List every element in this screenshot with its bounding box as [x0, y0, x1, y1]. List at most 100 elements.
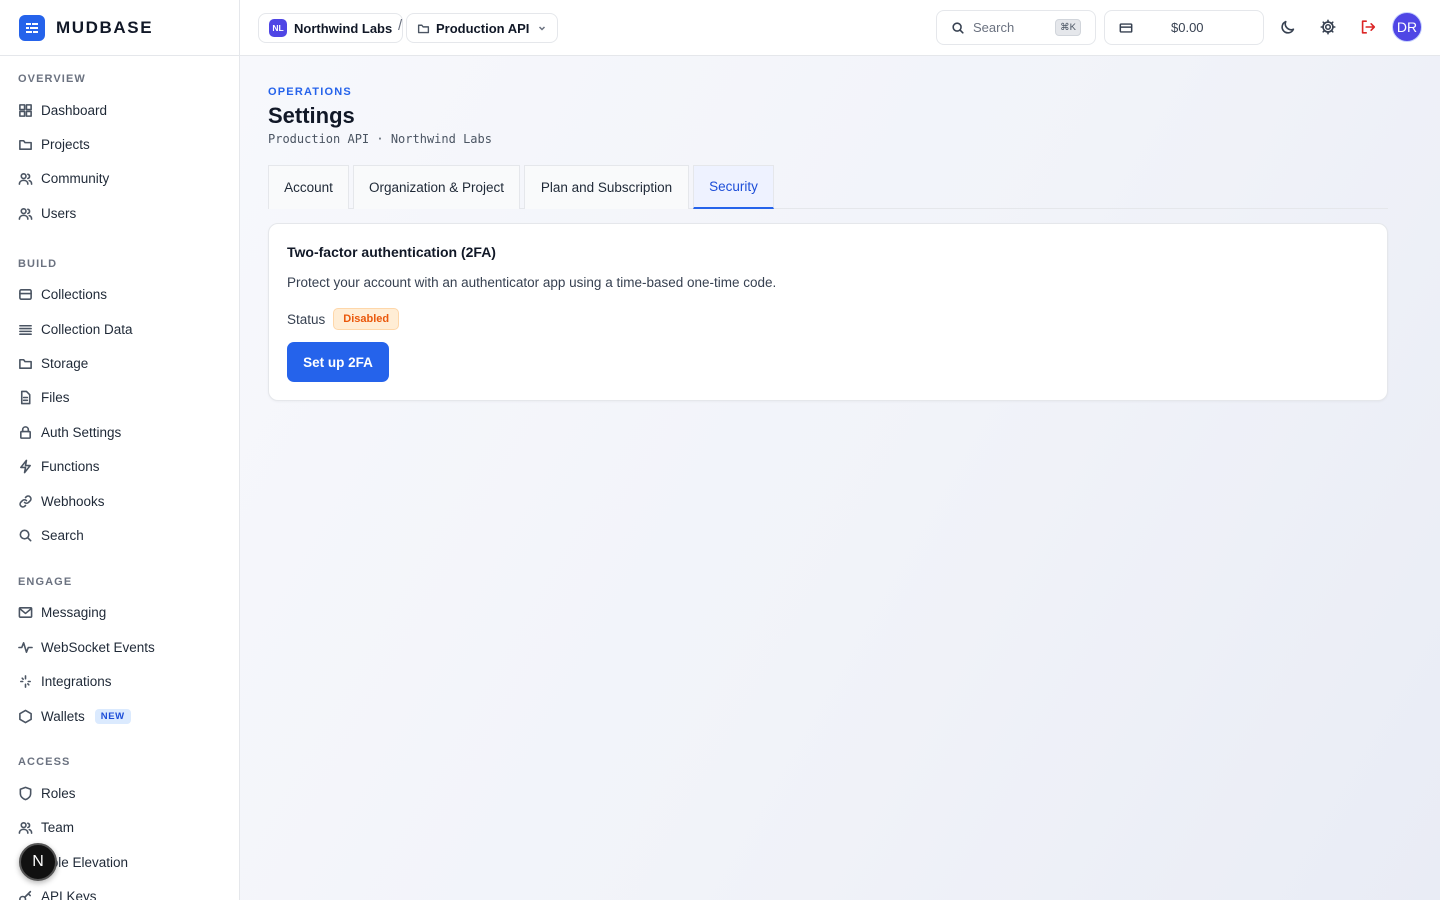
floating-action-button[interactable]: N	[19, 843, 57, 881]
sidebar-item-projects[interactable]: Projects	[0, 127, 239, 161]
key-icon	[18, 889, 33, 900]
sidebar-item-label: Auth Settings	[41, 424, 122, 440]
list-icon	[18, 322, 33, 337]
sidebar-item-messaging[interactable]: Messaging	[0, 596, 239, 630]
sidebar-item-integrations[interactable]: Integrations	[0, 664, 239, 698]
two-factor-card: Two-factor authentication (2FA) Protect …	[268, 223, 1388, 401]
topbar: NL Northwind Labs / Production API Searc…	[240, 0, 1440, 56]
mail-icon	[18, 605, 33, 620]
sidebar-item-label: Functions	[41, 459, 100, 475]
sidebar-item-label: Integrations	[41, 674, 112, 690]
sparkle-icon	[18, 674, 33, 689]
sidebar-item-collection-data[interactable]: Collection Data	[0, 312, 239, 346]
sidebar-item-label: Dashboard	[41, 102, 108, 118]
sidebar-item-label: Collection Data	[41, 321, 133, 337]
logo-icon	[19, 14, 45, 41]
gear-icon[interactable]	[1318, 17, 1338, 37]
link-icon	[18, 494, 33, 509]
sidebar-item-label: Search	[41, 527, 84, 543]
file-icon	[18, 390, 33, 405]
sidebar-item-label: Team	[41, 820, 75, 836]
card-description: Protect your account with an authenticat…	[287, 275, 777, 290]
folder-icon	[18, 137, 33, 152]
search-shortcut: ⌘K	[1055, 19, 1081, 36]
grid-icon	[18, 103, 33, 118]
tab-security[interactable]: Security	[693, 165, 774, 209]
sidebar-item-users[interactable]: Users	[0, 196, 239, 230]
sidebar-item-team[interactable]: Team	[0, 811, 239, 845]
folder-icon	[417, 22, 430, 35]
avatar[interactable]: DR	[1392, 12, 1422, 42]
card-icon	[1119, 21, 1133, 35]
status-badge: Disabled	[333, 308, 400, 330]
sidebar-item-auth-settings[interactable]: Auth Settings	[0, 415, 239, 449]
project-switcher[interactable]: Production API	[406, 13, 559, 43]
setup-2fa-button[interactable]: Set up 2FA	[287, 342, 389, 382]
search-placeholder: Search	[973, 20, 1015, 35]
sidebar-item-wallets[interactable]: Wallets NEW	[0, 699, 239, 733]
sidebar-item-label: Projects	[41, 137, 90, 153]
org-switcher[interactable]: NL Northwind Labs	[258, 13, 404, 43]
org-avatar: NL	[269, 19, 287, 37]
sidebar-item-storage[interactable]: Storage	[0, 346, 239, 380]
sidebar-item-websocket-events[interactable]: WebSocket Events	[0, 630, 239, 664]
chevron-down-icon	[537, 23, 547, 33]
nav-section-overview: OVERVIEW	[18, 73, 86, 85]
new-badge: NEW	[94, 708, 131, 724]
tab-account[interactable]: Account	[268, 165, 349, 209]
sidebar-item-label: Webhooks	[41, 493, 105, 509]
users-icon	[18, 820, 33, 835]
sidebar-item-label: WebSocket Events	[41, 639, 155, 655]
sidebar-item-label: API Keys	[41, 889, 97, 900]
sidebar-item-label: Users	[41, 205, 77, 221]
card-title: Two-factor authentication (2FA)	[287, 244, 496, 260]
sidebar-item-label: Roles	[41, 785, 76, 801]
nav-section-build: BUILD	[18, 257, 58, 270]
settings-tabs: Account Organization & Project Plan and …	[268, 165, 1388, 209]
sidebar-item-files[interactable]: Files	[0, 381, 239, 415]
nav-section-access: ACCESS	[18, 756, 71, 769]
lock-icon	[18, 425, 33, 440]
breadcrumb-separator: /	[398, 17, 403, 34]
folder-icon	[18, 356, 33, 371]
project-name: Production API	[436, 20, 530, 36]
sidebar-item-label: Community	[41, 171, 110, 187]
tab-plan-subscription[interactable]: Plan and Subscription	[524, 165, 689, 209]
status-label: Status	[287, 311, 326, 327]
bolt-icon	[18, 459, 33, 474]
page-title: Settings	[268, 103, 355, 128]
user-group-icon	[18, 206, 33, 221]
search-icon	[951, 21, 965, 35]
sidebar-item-label: Messaging	[41, 605, 107, 621]
sidebar-item-label: Files	[41, 390, 70, 406]
moon-icon[interactable]	[1278, 17, 1298, 37]
sidebar-item-label: Collections	[41, 287, 108, 303]
app-name: MUDBASE	[56, 17, 154, 37]
sidebar-item-dashboard[interactable]: Dashboard	[0, 93, 239, 127]
page-subtitle: Production API · Northwind Labs	[268, 132, 492, 146]
status-row: Status Disabled	[287, 308, 400, 330]
search-input[interactable]: Search ⌘K	[936, 10, 1096, 45]
tab-organization-project[interactable]: Organization & Project	[353, 165, 520, 209]
nav-section-engage: ENGAGE	[18, 575, 73, 588]
users-icon	[18, 171, 33, 186]
credits-button[interactable]: $0.00	[1104, 10, 1264, 45]
sidebar-item-community[interactable]: Community	[0, 162, 239, 196]
main-content: OPERATIONS Settings Production API · Nor…	[240, 56, 1440, 900]
brand[interactable]: MUDBASE	[0, 0, 239, 56]
sidebar-item-api-keys[interactable]: API Keys	[0, 879, 239, 900]
sidebar-item-webhooks[interactable]: Webhooks	[0, 484, 239, 518]
shield-icon	[18, 786, 33, 801]
sidebar-item-search[interactable]: Search	[0, 518, 239, 552]
sidebar-item-functions[interactable]: Functions	[0, 450, 239, 484]
sidebar-item-collections[interactable]: Collections	[0, 278, 239, 312]
page-eyebrow: OPERATIONS	[268, 86, 352, 98]
sidebar-item-label: Wallets	[41, 708, 85, 724]
sidebar-item-roles[interactable]: Roles	[0, 776, 239, 810]
sidebar: MUDBASE OVERVIEW Dashboard Projects Comm…	[0, 0, 240, 900]
activity-icon	[18, 640, 33, 655]
database-icon	[18, 287, 33, 302]
sidebar-item-label: Storage	[41, 356, 89, 372]
search-icon	[18, 528, 33, 543]
logout-icon[interactable]	[1358, 17, 1378, 37]
